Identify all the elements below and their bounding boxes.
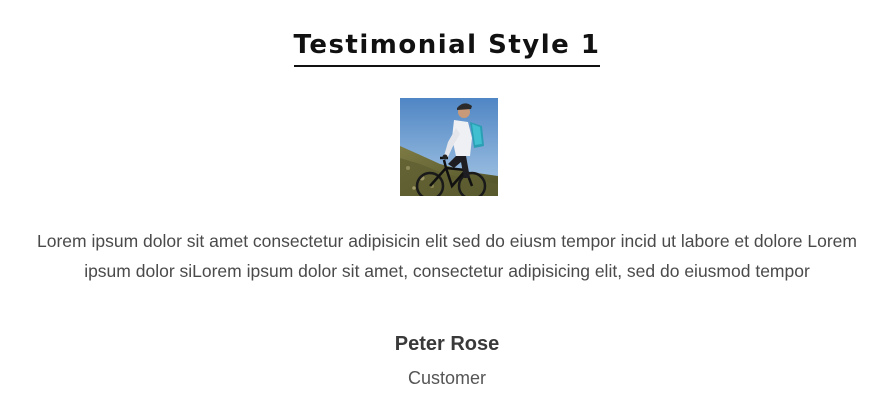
cyclist-photo-icon [400,98,498,196]
author-role: Customer [407,368,487,388]
section-header: Testimonial Style 1 [0,28,894,67]
testimonial-avatar [400,98,498,196]
testimonial-quote: Lorem ipsum dolor sit amet consectetur a… [37,231,857,281]
testimonial-section: Testimonial Style 1 Lorem ipsum dolor si… [0,0,894,419]
section-title: Testimonial Style 1 [293,28,601,67]
author-name: Peter Rose [394,333,500,355]
